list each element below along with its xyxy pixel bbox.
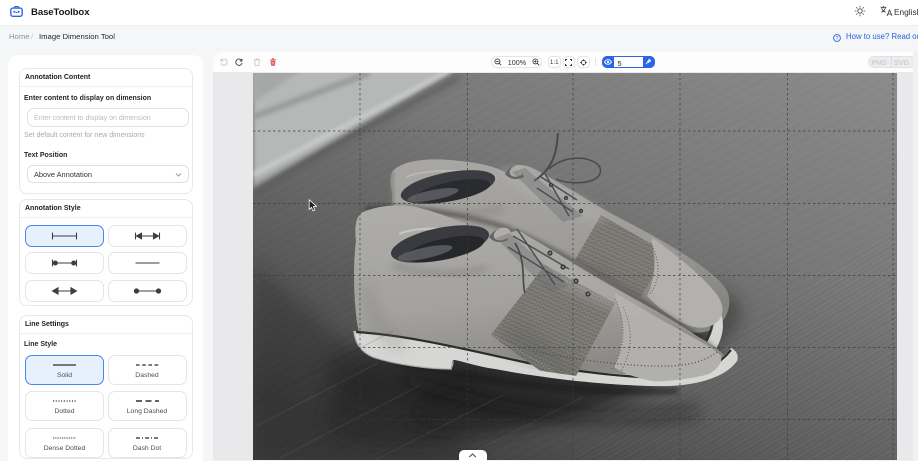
svg-text:?: ?: [836, 36, 839, 42]
